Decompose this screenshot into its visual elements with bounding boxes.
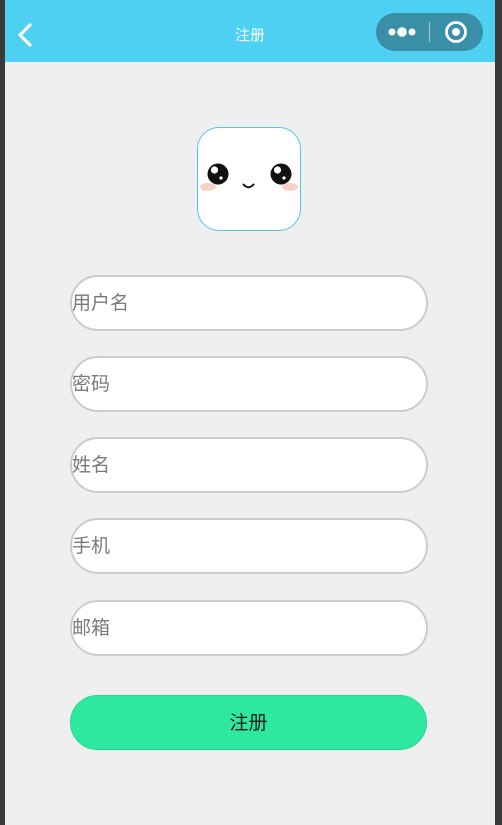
menu-capsule	[376, 13, 483, 51]
navigation-bar: 注册	[5, 0, 495, 62]
name-field	[70, 437, 428, 493]
username-field	[70, 275, 428, 331]
phone-field	[70, 518, 428, 574]
email-input[interactable]	[72, 602, 392, 654]
password-input[interactable]	[72, 358, 392, 410]
close-button[interactable]	[430, 13, 483, 51]
more-dots-icon	[388, 27, 416, 37]
email-field	[70, 600, 428, 656]
name-input[interactable]	[72, 439, 392, 491]
kawaii-face-icon	[200, 163, 298, 191]
avatar	[197, 127, 301, 231]
target-circle-icon	[445, 21, 467, 43]
register-button[interactable]: 注册	[70, 695, 427, 750]
phone-input[interactable]	[72, 520, 392, 572]
username-input[interactable]	[72, 277, 392, 329]
register-screen: 注册 用户名 姓名 手机 邮箱 注册	[5, 0, 495, 825]
password-field	[70, 356, 428, 412]
more-button[interactable]	[376, 13, 429, 51]
